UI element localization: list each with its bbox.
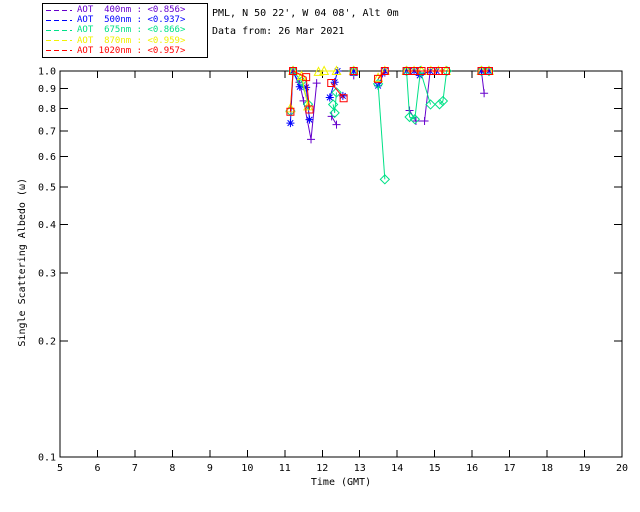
y-tick-label: 0.6 (38, 152, 56, 163)
data-point-plus (327, 112, 336, 121)
series-line (331, 116, 337, 125)
x-tick-label: 16 (466, 463, 478, 474)
x-axis-tick-labels: 5 6 7 8 9 10 11 12 13 14 15 16 17 18 19 20 (57, 463, 628, 474)
ssa-chart: 5 6 7 8 9 10 11 12 13 14 15 16 17 18 19 20 1.0 0.9 0.8 0.7 0… (38, 65, 628, 474)
x-tick-label: 20 (616, 463, 628, 474)
x-tick-label: 13 (354, 463, 366, 474)
y-tick-label: 0.3 (38, 268, 56, 279)
x-axis-label: Time (GMT) (310, 477, 372, 488)
axes (59, 70, 623, 458)
x-tick-label: 12 (316, 463, 328, 474)
x-tick-label: 7 (132, 463, 138, 474)
data-point-asterisk (286, 119, 295, 128)
x-tick-label: 15 (429, 463, 441, 474)
data-point-asterisk (305, 115, 314, 124)
data-point-plus (332, 120, 341, 129)
x-tick-label: 5 (57, 463, 63, 474)
series-aot-870nm (285, 65, 495, 113)
y-axis-label: Single Scattering Albedo (ω) (17, 178, 28, 347)
y-tick-label: 0.8 (38, 104, 56, 115)
y-tick-label: 0.9 (38, 84, 56, 95)
x-tick-label: 11 (279, 463, 291, 474)
x-tick-label: 19 (579, 463, 591, 474)
y-tick-label: 0.1 (38, 453, 56, 464)
x-tick-label: 18 (541, 463, 553, 474)
series-aot-400nm (289, 67, 489, 144)
x-tick-label: 14 (391, 463, 403, 474)
x-tick-label: 10 (241, 463, 253, 474)
data-point-plus (307, 135, 316, 144)
data-point-plus (480, 89, 489, 98)
data-point-plus (312, 79, 321, 88)
series-line (377, 83, 386, 180)
x-tick-label: 8 (169, 463, 175, 474)
x-axis-ticks (59, 71, 623, 457)
y-tick-label: 0.4 (38, 220, 56, 231)
y-tick-label: 0.5 (38, 183, 56, 194)
y-tick-label: 1.0 (38, 67, 56, 78)
y-axis-ticks (60, 70, 622, 458)
x-tick-label: 17 (504, 463, 516, 474)
ssa-plot-page: AOT 400nm : <0.856> AOT 500nm : <0.937> AO… (0, 0, 640, 512)
series-aot-1020nm (286, 67, 493, 116)
y-tick-label: 0.2 (38, 336, 56, 347)
data-point-plus (420, 117, 429, 126)
series-aot-500nm (286, 67, 493, 128)
x-tick-label: 9 (207, 463, 213, 474)
x-tick-label: 6 (94, 463, 100, 474)
y-tick-label: 0.7 (38, 126, 56, 137)
y-axis-tick-labels: 1.0 0.9 0.8 0.7 0.6 0.5 0.4 0.3 0.2 0.1 (38, 67, 56, 464)
